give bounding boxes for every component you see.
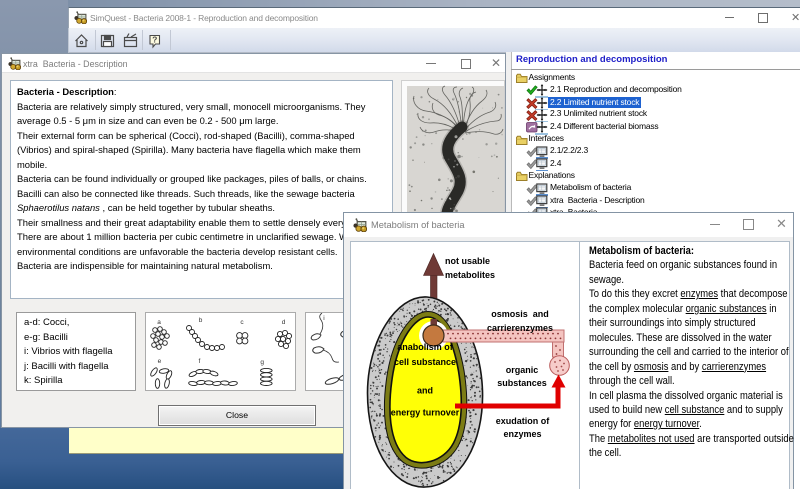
svg-text:substances: substances [497, 378, 547, 388]
svg-text:e: e [158, 358, 162, 365]
svg-text:?: ? [152, 35, 157, 45]
svg-text:cell substance: cell substance [394, 357, 456, 367]
svg-text:i: i [323, 315, 324, 322]
svg-text:f: f [198, 358, 200, 365]
svg-text:a: a [157, 319, 161, 326]
svg-text:anabolism of: anabolism of [397, 342, 454, 352]
svg-text:b: b [199, 317, 203, 324]
svg-text:not usable: not usable [445, 256, 490, 266]
svg-text:enzymes: enzymes [503, 429, 541, 439]
svg-text:carrierenzymes: carrierenzymes [487, 323, 553, 333]
svg-text:and: and [417, 386, 433, 396]
svg-text:c: c [240, 319, 244, 326]
svg-text:osmosis and: osmosis and [491, 309, 549, 319]
svg-text:g: g [260, 359, 264, 366]
svg-text:exudation of: exudation of [496, 416, 551, 426]
svg-text:organic: organic [506, 365, 539, 375]
svg-text:metabolites: metabolites [445, 270, 495, 280]
svg-text:d: d [282, 319, 286, 326]
svg-text:energy turnover: energy turnover [391, 408, 460, 418]
